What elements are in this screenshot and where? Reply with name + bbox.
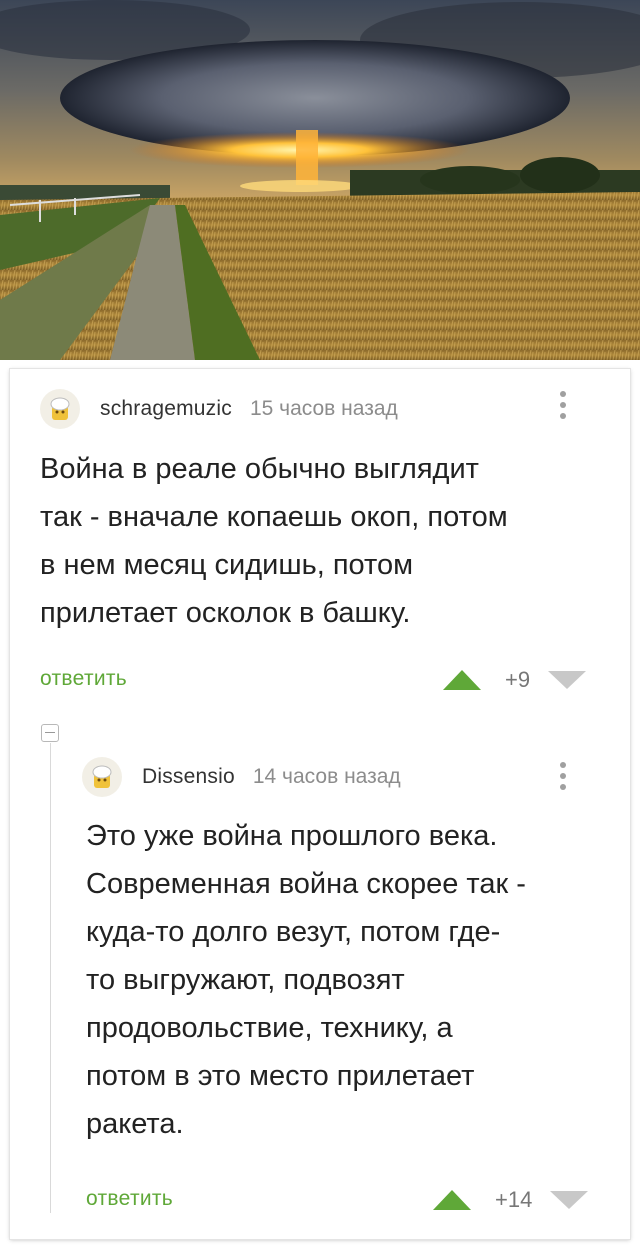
more-icon[interactable] — [559, 391, 567, 424]
downvote-icon[interactable] — [550, 1191, 589, 1209]
comment-line: Война в реале обычно выглядит — [40, 453, 479, 485]
comment-line: ракета. — [86, 1108, 184, 1140]
reply-button[interactable]: ответить — [40, 667, 127, 691]
thread-line[interactable] — [50, 743, 51, 1213]
comment-text: Война в реале обычно выглядит так - внач… — [40, 445, 508, 637]
comment-line: в нем месяц сидишь, потом — [40, 549, 414, 581]
comment-line: то выгружают, подвозят — [86, 964, 405, 996]
score: +9 — [505, 667, 531, 692]
timestamp: 15 часов назад — [249, 397, 398, 420]
comment-line: так - вначале копаешь окоп, потом — [40, 501, 508, 533]
comment-text: Это уже война прошлого века. Современная… — [86, 812, 526, 1148]
timestamp: 14 часов назад — [252, 765, 401, 788]
header-photo — [0, 0, 640, 360]
collapse-icon[interactable] — [41, 724, 59, 742]
username[interactable]: Dissensio — [142, 765, 235, 789]
comment-line: куда-то долго везут, потом где- — [86, 916, 501, 948]
comments-card: schragemuzic 15 часов назад Война в реал… — [10, 369, 630, 1239]
vote-controls: +14 — [433, 1187, 589, 1213]
comment-line: продовольствие, технику, а — [86, 1012, 453, 1044]
reply-button[interactable]: ответить — [86, 1187, 173, 1211]
comment-line: Это уже война прошлого века. — [86, 820, 498, 852]
avatar-icon[interactable] — [40, 389, 80, 429]
more-icon[interactable] — [559, 762, 567, 795]
vote-controls: +9 — [443, 667, 587, 693]
upvote-icon[interactable] — [433, 1190, 471, 1210]
downvote-icon[interactable] — [548, 671, 587, 689]
username[interactable]: schragemuzic — [100, 397, 232, 421]
comment-line: потом в это место прилетает — [86, 1060, 475, 1092]
score: +14 — [495, 1187, 533, 1212]
comment-header: Dissensio 14 часов назад — [82, 757, 401, 797]
avatar-icon[interactable] — [82, 757, 122, 797]
comment-line: прилетает осколок в башку. — [40, 597, 411, 629]
upvote-icon[interactable] — [443, 670, 481, 690]
comment-line: Современная война скорее так - — [86, 868, 526, 900]
comment-header: schragemuzic 15 часов назад — [40, 389, 398, 429]
mushroom-cloud-field-image — [0, 0, 640, 360]
